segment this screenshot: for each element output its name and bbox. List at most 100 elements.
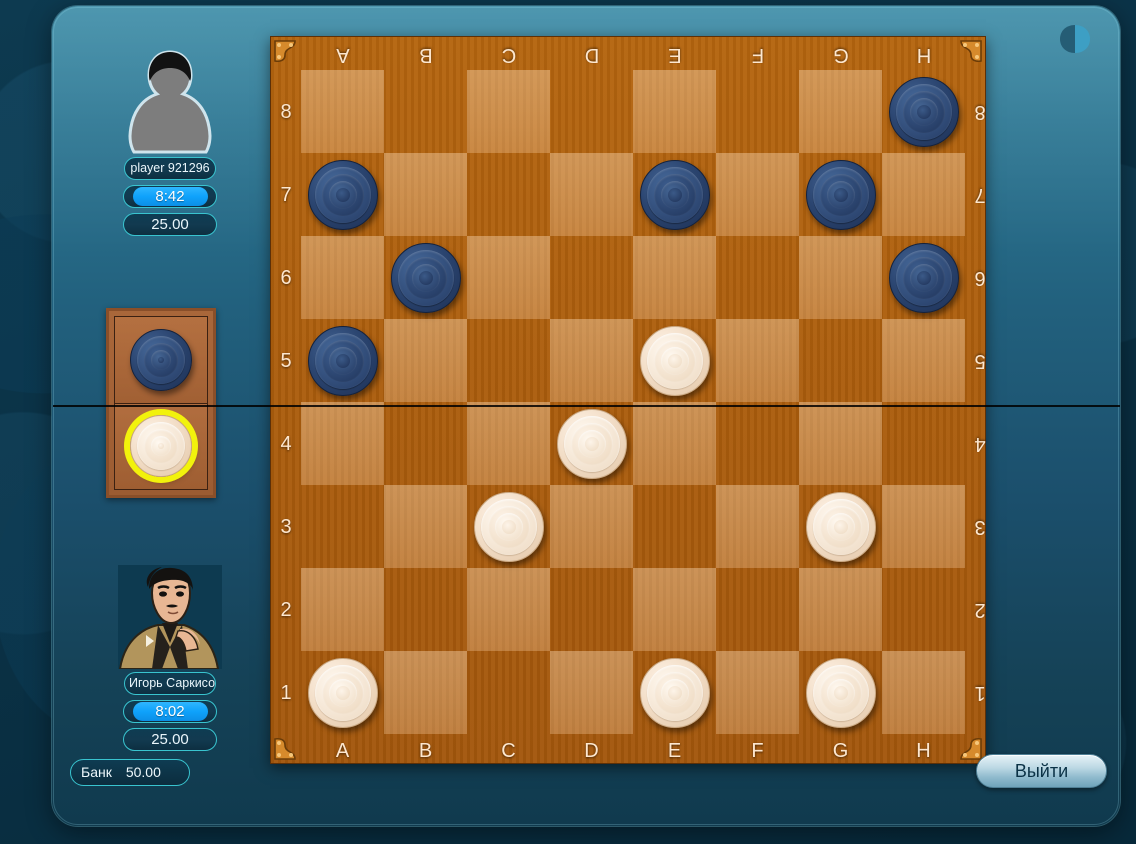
sound-toggle-icon: [1060, 25, 1090, 53]
board-square-F3[interactable]: [716, 485, 799, 568]
player-timer: 8:02: [123, 700, 217, 723]
board-square-F7[interactable]: [716, 153, 799, 236]
board-square-G7[interactable]: [799, 153, 882, 236]
board-square-A2[interactable]: [301, 568, 384, 651]
piece-white-A1[interactable]: [307, 657, 378, 728]
exit-button[interactable]: Выйти: [976, 754, 1107, 788]
board-square-C2[interactable]: [467, 568, 550, 651]
board-square-A7[interactable]: [301, 153, 384, 236]
board-square-D5[interactable]: [550, 319, 633, 402]
coord-file-top-C: C: [501, 44, 516, 66]
piece-white-E5[interactable]: [639, 325, 710, 396]
coord-file-bottom-C: C: [501, 740, 516, 762]
board-square-F4[interactable]: [716, 402, 799, 485]
board-square-E3[interactable]: [633, 485, 716, 568]
avatar: [100, 42, 240, 154]
sound-toggle-button[interactable]: [1052, 16, 1098, 62]
board-square-C8[interactable]: [467, 70, 550, 153]
coord-rank-left-8: 8: [280, 100, 292, 123]
board-square-G1[interactable]: [799, 651, 882, 734]
board-square-F6[interactable]: [716, 236, 799, 319]
board-square-C3[interactable]: [467, 485, 550, 568]
coord-file-bottom-E: E: [667, 740, 682, 762]
board-square-C7[interactable]: [467, 153, 550, 236]
piece-blue-G7[interactable]: [805, 159, 876, 230]
board-square-F5[interactable]: [716, 319, 799, 402]
board-square-E7[interactable]: [633, 153, 716, 236]
corner-bracket-icon: [960, 40, 982, 63]
board-square-D2[interactable]: [550, 568, 633, 651]
board-square-B4[interactable]: [384, 402, 467, 485]
board-square-D3[interactable]: [550, 485, 633, 568]
board-square-G3[interactable]: [799, 485, 882, 568]
piece-white-D4[interactable]: [556, 408, 627, 479]
board-square-H1[interactable]: [882, 651, 965, 734]
board-square-E1[interactable]: [633, 651, 716, 734]
piece-blue-E7[interactable]: [639, 159, 710, 230]
board-square-B5[interactable]: [384, 319, 467, 402]
board-square-C1[interactable]: [467, 651, 550, 734]
board-square-H8[interactable]: [882, 70, 965, 153]
board-square-B8[interactable]: [384, 70, 467, 153]
board-square-F1[interactable]: [716, 651, 799, 734]
board-square-E8[interactable]: [633, 70, 716, 153]
board-square-H4[interactable]: [882, 402, 965, 485]
board-square-G4[interactable]: [799, 402, 882, 485]
board-square-E4[interactable]: [633, 402, 716, 485]
piece-blue-B6[interactable]: [390, 242, 461, 313]
board-square-E6[interactable]: [633, 236, 716, 319]
board-square-E5[interactable]: [633, 319, 716, 402]
board-square-C5[interactable]: [467, 319, 550, 402]
board-square-B6[interactable]: [384, 236, 467, 319]
piece-white-C3[interactable]: [473, 491, 544, 562]
piece-white-G3[interactable]: [805, 491, 876, 562]
board-square-B1[interactable]: [384, 651, 467, 734]
board-square-B2[interactable]: [384, 568, 467, 651]
board-square-A6[interactable]: [301, 236, 384, 319]
board-square-D8[interactable]: [550, 70, 633, 153]
checkers-board[interactable]: A A B B C C D D E E F F G G H H 8 8 7 7 6 6 5 5 4 4 3 3 2 2 1 1: [53, 36, 1120, 764]
board-square-F2[interactable]: [716, 568, 799, 651]
piece-blue-A7[interactable]: [307, 159, 378, 230]
board-square-G2[interactable]: [799, 568, 882, 651]
board-square-H6[interactable]: [882, 236, 965, 319]
board-square-D7[interactable]: [550, 153, 633, 236]
board-square-D6[interactable]: [550, 236, 633, 319]
board-square-G5[interactable]: [799, 319, 882, 402]
man-portrait-avatar-icon: [118, 565, 222, 669]
board-square-A1[interactable]: [301, 651, 384, 734]
board-square-H3[interactable]: [882, 485, 965, 568]
timer-text: 8:02: [155, 703, 185, 720]
board-square-G8[interactable]: [799, 70, 882, 153]
board-square-H7[interactable]: [882, 153, 965, 236]
board-square-E2[interactable]: [633, 568, 716, 651]
board-square-C4[interactable]: [467, 402, 550, 485]
coord-rank-right-8: 8: [974, 100, 986, 123]
board-square-H5[interactable]: [882, 319, 965, 402]
board-square-G6[interactable]: [799, 236, 882, 319]
board-square-D4[interactable]: [550, 402, 633, 485]
board-square-H2[interactable]: [882, 568, 965, 651]
board-square-D1[interactable]: [550, 651, 633, 734]
timer-text: 8:42: [155, 188, 185, 205]
board-grid[interactable]: [301, 70, 965, 734]
board-square-B3[interactable]: [384, 485, 467, 568]
piece-blue-H8[interactable]: [888, 76, 959, 147]
coord-file-top-D: D: [584, 44, 599, 66]
board-square-A4[interactable]: [301, 402, 384, 485]
board-square-B7[interactable]: [384, 153, 467, 236]
piece-blue-H6[interactable]: [888, 242, 959, 313]
board-square-A8[interactable]: [301, 70, 384, 153]
coord-rank-left-6: 6: [280, 266, 292, 289]
board-square-C6[interactable]: [467, 236, 550, 319]
piece-white-G1[interactable]: [805, 657, 876, 728]
board-square-A3[interactable]: [301, 485, 384, 568]
coord-rank-left-4: 4: [280, 432, 292, 455]
board-square-A5[interactable]: [301, 319, 384, 402]
piece-blue-A5[interactable]: [307, 325, 378, 396]
coord-rank-right-1: 1: [974, 681, 986, 704]
turn-indicator-inner: [114, 316, 208, 490]
player-name-text: Игорь Саркисо: [129, 676, 215, 690]
piece-white-E1[interactable]: [639, 657, 710, 728]
board-square-F8[interactable]: [716, 70, 799, 153]
